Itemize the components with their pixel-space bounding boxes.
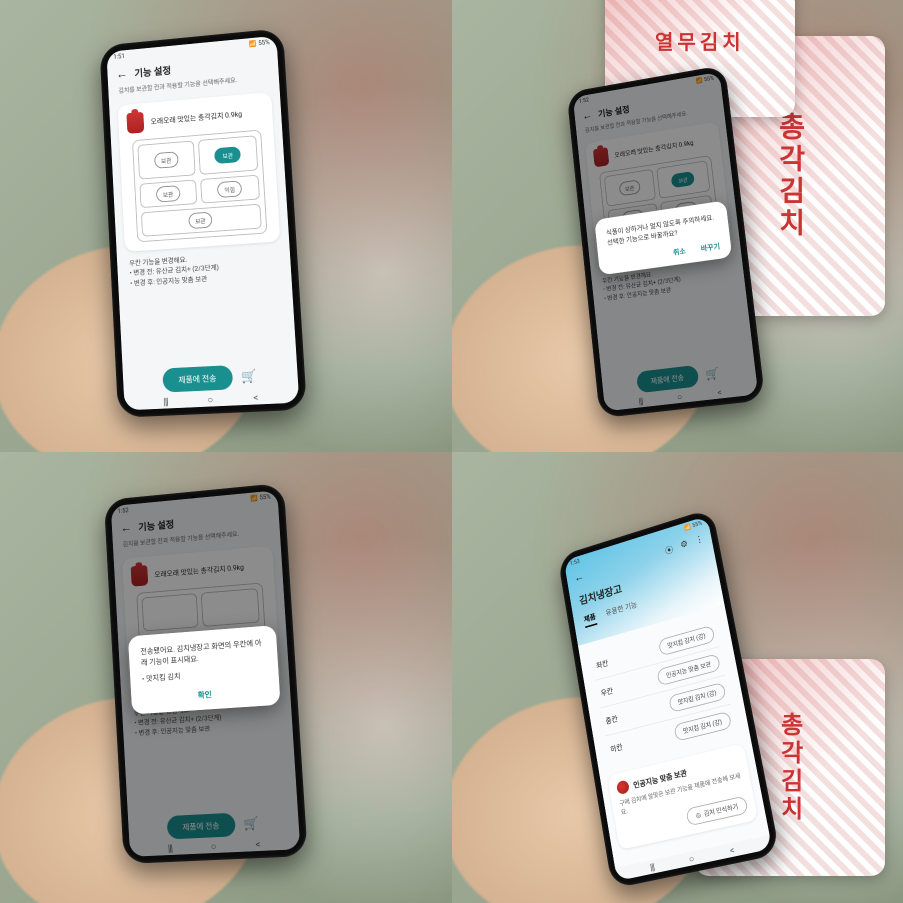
screen-2: 1:52 📶 55% ← 기능 설정 김치를 보관할 칸과 적용할 기능을 선택… <box>573 72 758 412</box>
nav-home-icon[interactable]: ○ <box>207 393 213 405</box>
photo-panel-1: 1:51 📶 55% ← 기능 설정 김치를 보관할 칸과 적용할 기능을 선택… <box>0 0 452 452</box>
nav-back-icon[interactable]: < <box>255 838 261 850</box>
compartment-mid-left[interactable]: 보관 <box>139 179 197 208</box>
dialog-cancel-button[interactable]: 취소 <box>672 246 686 258</box>
page-title: 기능 설정 <box>134 62 171 79</box>
page-title: 기능 설정 <box>597 102 630 119</box>
phone-frame: 1:51 📶 55% ← 기능 설정 김치를 보관할 칸과 적용할 기능을 선택… <box>100 28 308 418</box>
dialog-message: 식품이 상하거나 얼지 않도록 주의하세요. 선택한 기능으로 바꿀까요? <box>605 212 718 248</box>
nav-recents-icon[interactable]: ||| <box>163 395 168 407</box>
settings-icon[interactable]: ⚙ <box>679 538 689 552</box>
cart-icon[interactable]: 🛒 <box>705 366 720 380</box>
phone-frame: 1:52 📶 55% ← 기능 설정 김치를 보관할 칸과 적용할 기능을 선택… <box>104 483 308 864</box>
photo-panel-4: 총각김치 1:53 📶 55% ← ⦿ ⚙ ⋮ <box>452 452 903 903</box>
compartment-bottom[interactable]: 보관 <box>141 203 262 236</box>
tab-product[interactable]: 제품 <box>583 611 597 628</box>
nav-home-icon[interactable]: ○ <box>676 391 682 402</box>
app-bar: ← 기능 설정 <box>574 81 723 128</box>
back-icon[interactable]: ← <box>116 66 128 82</box>
kimchi-jar-icon <box>616 780 630 796</box>
nav-home-icon[interactable]: ○ <box>210 841 216 853</box>
dialog-ok-button[interactable]: 확인 <box>197 691 212 704</box>
send-to-product-button[interactable]: 제품에 전송 <box>166 813 235 840</box>
nav-recents-icon[interactable]: ||| <box>638 395 643 406</box>
dialog-confirm-button[interactable]: 바꾸기 <box>700 242 720 255</box>
dialog-message-line1: 전송됐어요. 김치냉장고 화면의 우칸에 아래 기능이 표시돼요. <box>140 638 265 669</box>
compartment-mode[interactable]: 맛지킴 김치 (강) <box>673 711 732 742</box>
send-to-product-button[interactable]: 제품에 전송 <box>636 365 699 393</box>
status-bar: 1:52 📶 55% <box>111 490 278 517</box>
fridge-layout: 보관 보관 보관 익힘 보관 <box>132 129 267 242</box>
send-to-product-button[interactable]: 제품에 전송 <box>162 365 233 392</box>
compartment-mid-right[interactable]: 익힘 <box>200 174 259 203</box>
app-bar: ← 기능 설정 <box>111 502 279 542</box>
screen-3: 1:52 📶 55% ← 기능 설정 김치를 보관할 칸과 적용할 기능을 선택… <box>111 490 301 857</box>
fridge-card: 오래오래 맛있는 총각김치 0.9kg 보관 보관 보관 익힘 보관 <box>118 92 281 252</box>
nav-back-icon[interactable]: < <box>717 386 723 397</box>
power-icon[interactable]: ⦿ <box>664 543 674 558</box>
compartment-label: 중칸 <box>604 713 618 726</box>
compartment-top-right[interactable]: 보관 <box>198 135 258 174</box>
photo-panel-3: 1:52 📶 55% ← 기능 설정 김치를 보관할 칸과 적용할 기능을 선택… <box>0 452 452 903</box>
change-info: 우칸 기능을 변경해요. • 변경 전: 유산균 김치+ (2/3단계) • 변… <box>129 248 279 287</box>
nav-recents-icon[interactable]: ||| <box>167 843 172 854</box>
status-time: 1:52 <box>579 97 589 105</box>
back-icon[interactable]: ← <box>573 570 585 586</box>
recognize-kimchi-button[interactable]: ◎ 김치 인식하기 <box>685 796 748 827</box>
page-subtitle: 김치를 보관할 칸과 적용할 기능을 선택해주세요. <box>112 526 280 555</box>
android-nav-bar: ||| ○ < <box>129 835 300 857</box>
status-time: 1:51 <box>113 53 125 61</box>
compartment-label: 우칸 <box>600 685 614 698</box>
compartment-label: 하칸 <box>609 742 623 755</box>
status-icons: 📶 55% <box>250 494 271 503</box>
more-icon[interactable]: ⋮ <box>694 533 705 548</box>
cart-icon[interactable]: 🛒 <box>241 369 257 384</box>
back-icon[interactable]: ← <box>120 520 132 535</box>
page-title: 기능 설정 <box>138 517 175 534</box>
kimchi-jar-icon <box>127 112 145 134</box>
status-icons: 📶 55% <box>695 75 714 84</box>
dialog-message-line2: • 맛지킴 김치 <box>141 666 266 686</box>
result-dialog: 전송됐어요. 김치냉장고 화면의 우칸에 아래 기능이 표시돼요. • 맛지킴 … <box>128 625 281 714</box>
compartment-label: 좌칸 <box>595 658 609 671</box>
status-icons: 📶 55% <box>249 39 270 48</box>
product-name: 오래오래 맛있는 총각김치 0.9kg <box>614 138 694 159</box>
nav-back-icon[interactable]: < <box>253 391 259 403</box>
nav-home-icon[interactable]: ○ <box>688 853 695 865</box>
kimchi-jar-icon <box>130 565 148 587</box>
confirm-dialog: 식품이 상하거나 얼지 않도록 주의하세요. 선택한 기능으로 바꿀까요? 취소… <box>594 200 732 275</box>
android-nav-bar: ||| ○ < <box>604 381 758 411</box>
kimchi-jar-icon <box>593 147 609 167</box>
back-icon[interactable]: ← <box>581 108 592 122</box>
product-name: 오래오래 맛있는 총각김치 0.9kg <box>154 562 244 579</box>
product-name: 오래오래 맛있는 총각김치 0.9kg <box>151 109 243 126</box>
photo-panel-2: 총각김치 열무김치 1:52 📶 55% ← 기능 설정 김치를 보관할 칸과 … <box>452 0 903 452</box>
cart-icon[interactable]: 🛒 <box>243 817 259 832</box>
page-subtitle: 김치를 보관할 칸과 적용할 기능을 선택해주세요. <box>576 103 725 140</box>
nav-back-icon[interactable]: < <box>729 844 736 856</box>
status-time: 1:52 <box>117 507 128 515</box>
nav-recents-icon[interactable]: ||| <box>649 861 655 873</box>
compartment-top-left[interactable]: 보관 <box>137 140 196 179</box>
screen-1: 1:51 📶 55% ← 기능 설정 김치를 보관할 칸과 적용할 기능을 선택… <box>107 35 300 410</box>
